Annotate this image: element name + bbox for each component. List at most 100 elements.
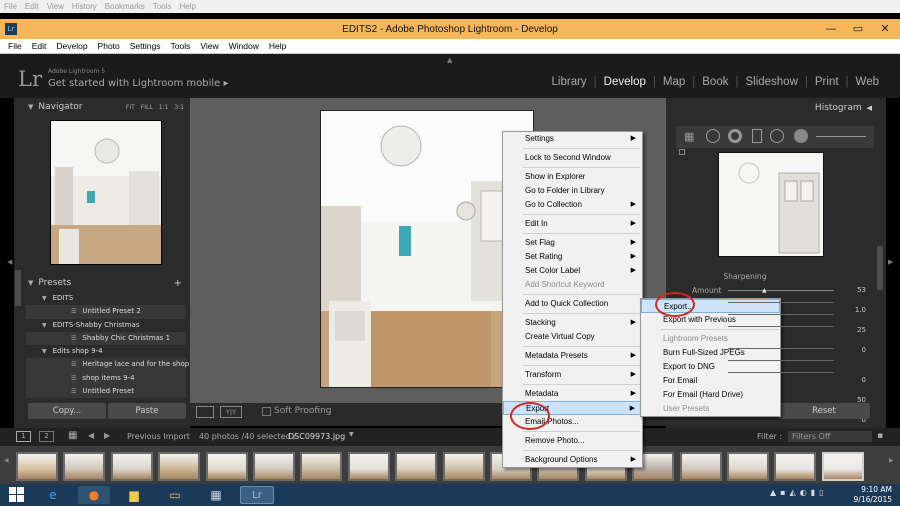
menu-item-stacking[interactable]: Stacking ▶	[503, 316, 642, 330]
maximize-button[interactable]: ▭	[845, 20, 871, 37]
adjustment-slider[interactable]	[728, 302, 834, 303]
menu-item-metadata-presets[interactable]: Metadata Presets ▶	[503, 349, 642, 363]
left-panel-toggle-icon[interactable]: ◀	[7, 258, 12, 266]
module-print[interactable]: Print	[808, 76, 846, 88]
adjustment-slider[interactable]	[728, 372, 834, 373]
loupe-view-icon[interactable]	[196, 406, 214, 418]
windows-start-icon[interactable]	[9, 487, 24, 502]
preset-folder[interactable]: ▼ Edits shop 9-4	[26, 345, 186, 358]
folder-icon[interactable]: ▭	[159, 486, 191, 504]
module-web[interactable]: Web	[849, 76, 886, 88]
filter-dropdown[interactable]: Filters Off	[788, 431, 872, 442]
navigator-header[interactable]: ▼ Navigator FIT FILL 1:1 3:1	[14, 100, 190, 114]
preset-item[interactable]: ☰ Heritage lace and for the shop	[26, 358, 189, 372]
menu-item-create-virtual-copy[interactable]: Create Virtual Copy	[503, 330, 642, 344]
menu-item-add-to-quick-collection[interactable]: Add to Quick Collection	[503, 297, 642, 311]
filmstrip-thumbnail[interactable]	[110, 452, 153, 481]
paste-settings-button[interactable]: Paste	[108, 403, 186, 419]
before-after-button[interactable]: Y|Y	[220, 406, 242, 418]
filmstrip-thumbnail[interactable]	[821, 452, 864, 481]
menu-file[interactable]: File	[8, 41, 22, 51]
amount-slider-thumb[interactable]: ▲	[762, 287, 767, 294]
close-button[interactable]: ✕	[872, 20, 898, 37]
presets-header[interactable]: ▼ Presets +	[14, 276, 190, 290]
menu-item-set-flag[interactable]: Set Flag ▶	[503, 236, 642, 250]
spot-removal-icon[interactable]	[706, 129, 720, 143]
menu-item-set-color-label[interactable]: Set Color Label ▶	[503, 264, 642, 278]
copy-settings-button[interactable]: Copy...	[28, 403, 106, 419]
menu-item-go-to-collection[interactable]: Go to Collection ▶	[503, 198, 642, 212]
preset-item[interactable]: ☰ Shabby Chic Christmas 1	[26, 331, 186, 346]
menu-tools[interactable]: Tools	[170, 41, 190, 51]
histogram-header[interactable]: Histogram ◀	[666, 98, 886, 118]
filmstrip-thumbnail[interactable]	[253, 452, 295, 481]
menu-photo[interactable]: Photo	[98, 41, 120, 51]
filmstrip-source[interactable]: Previous Import	[127, 432, 190, 441]
menu-window[interactable]: Window	[229, 41, 259, 51]
grid-view-icon[interactable]: ▦	[68, 430, 77, 441]
menu-item-lock-to-second-window[interactable]: Lock to Second Window	[503, 151, 642, 165]
add-preset-icon[interactable]: +	[174, 278, 182, 289]
slider-value[interactable]: 0	[842, 346, 866, 354]
preset-item[interactable]: ☰ shop items 9-4	[26, 371, 186, 386]
preset-folder[interactable]: ▼ EDITS	[26, 292, 186, 305]
filmstrip-thumbnail[interactable]	[205, 452, 248, 481]
preset-item[interactable]: ☰ Untitled Preset	[26, 385, 186, 399]
lightroom-taskbar-icon[interactable]: Lr	[240, 486, 274, 504]
file-explorer-icon[interactable]: ▆	[118, 486, 150, 504]
slider-value[interactable]: 1.0	[842, 306, 866, 314]
firefox-icon[interactable]: ●	[78, 486, 110, 504]
graduated-filter-icon[interactable]	[752, 129, 762, 143]
menu-item-edit-in[interactable]: Edit In ▶	[503, 217, 642, 231]
menu-item-transform[interactable]: Transform ▶	[503, 368, 642, 382]
menu-help[interactable]: Help	[269, 41, 286, 51]
zoom-fit[interactable]: FIT	[126, 104, 135, 111]
filmstrip-thumbnail[interactable]	[442, 452, 485, 481]
module-book[interactable]: Book	[695, 76, 735, 88]
adjustment-brush-icon[interactable]	[794, 129, 808, 143]
soft-proofing-checkbox[interactable]	[262, 407, 271, 416]
menu-item-settings[interactable]: Settings ▶	[503, 132, 642, 146]
forward-arrow-icon[interactable]: ▶	[104, 431, 110, 440]
main-window-button[interactable]: 1	[16, 431, 31, 442]
filter-lock-icon[interactable]: ▪	[877, 431, 883, 441]
module-map[interactable]: Map	[656, 76, 692, 88]
menu-edit[interactable]: Edit	[32, 41, 47, 51]
tool-slider[interactable]	[816, 136, 866, 137]
menu-item-background-options[interactable]: Background Options ▶	[503, 453, 642, 467]
menu-item-for-email[interactable]: For Email	[641, 374, 780, 388]
slider-value[interactable]: 53	[842, 286, 866, 294]
amount-slider[interactable]	[728, 290, 834, 291]
system-clock[interactable]: 9:10 AM 9/16/2015	[842, 485, 892, 505]
collapse-top-panel-icon[interactable]: ▲	[447, 56, 452, 64]
menu-item-for-email-hard-drive[interactable]: For Email (Hard Drive)	[641, 388, 780, 402]
filmstrip-thumbnail[interactable]	[63, 452, 106, 481]
zoom-fill[interactable]: FILL	[141, 104, 153, 111]
filmstrip-scroll-left-icon[interactable]: ◀	[4, 457, 9, 464]
slider-value[interactable]: 0	[842, 376, 866, 384]
system-tray-icons[interactable]: ▲▪◭◐▮▯	[770, 488, 828, 497]
red-eye-icon[interactable]	[728, 129, 742, 143]
navigator-preview[interactable]	[50, 120, 162, 265]
second-window-button[interactable]: 2	[39, 431, 54, 442]
menu-settings[interactable]: Settings	[130, 41, 161, 51]
menu-item-metadata[interactable]: Metadata ▶	[503, 387, 642, 401]
filmstrip-thumbnail[interactable]	[300, 452, 343, 481]
filmstrip-thumbnail[interactable]	[395, 452, 438, 481]
detail-target-icon[interactable]	[679, 149, 685, 155]
preset-folder[interactable]: ▼ EDITS-Shabby Christmas	[26, 319, 186, 332]
lightroom-mobile-link[interactable]: Get started with Lightroom mobile ▸	[48, 78, 228, 89]
module-develop[interactable]: Develop	[597, 76, 653, 88]
zoom-3-1[interactable]: 3:1	[174, 104, 184, 111]
menu-view[interactable]: View	[200, 41, 218, 51]
filmstrip-thumbnail[interactable]	[16, 452, 58, 481]
right-panel-toggle-icon[interactable]: ▶	[888, 258, 893, 266]
filmstrip-thumbnail[interactable]	[679, 452, 722, 481]
internet-explorer-icon[interactable]: e	[37, 486, 69, 504]
filmstrip-thumbnail[interactable]	[347, 452, 390, 481]
current-filename[interactable]: DSC09973.jpg	[288, 432, 345, 441]
menu-item-go-to-folder-in-library[interactable]: Go to Folder in Library	[503, 184, 642, 198]
zoom-1-1[interactable]: 1:1	[159, 104, 169, 111]
back-arrow-icon[interactable]: ◀	[88, 431, 94, 440]
calculator-icon[interactable]: ▦	[200, 486, 232, 504]
